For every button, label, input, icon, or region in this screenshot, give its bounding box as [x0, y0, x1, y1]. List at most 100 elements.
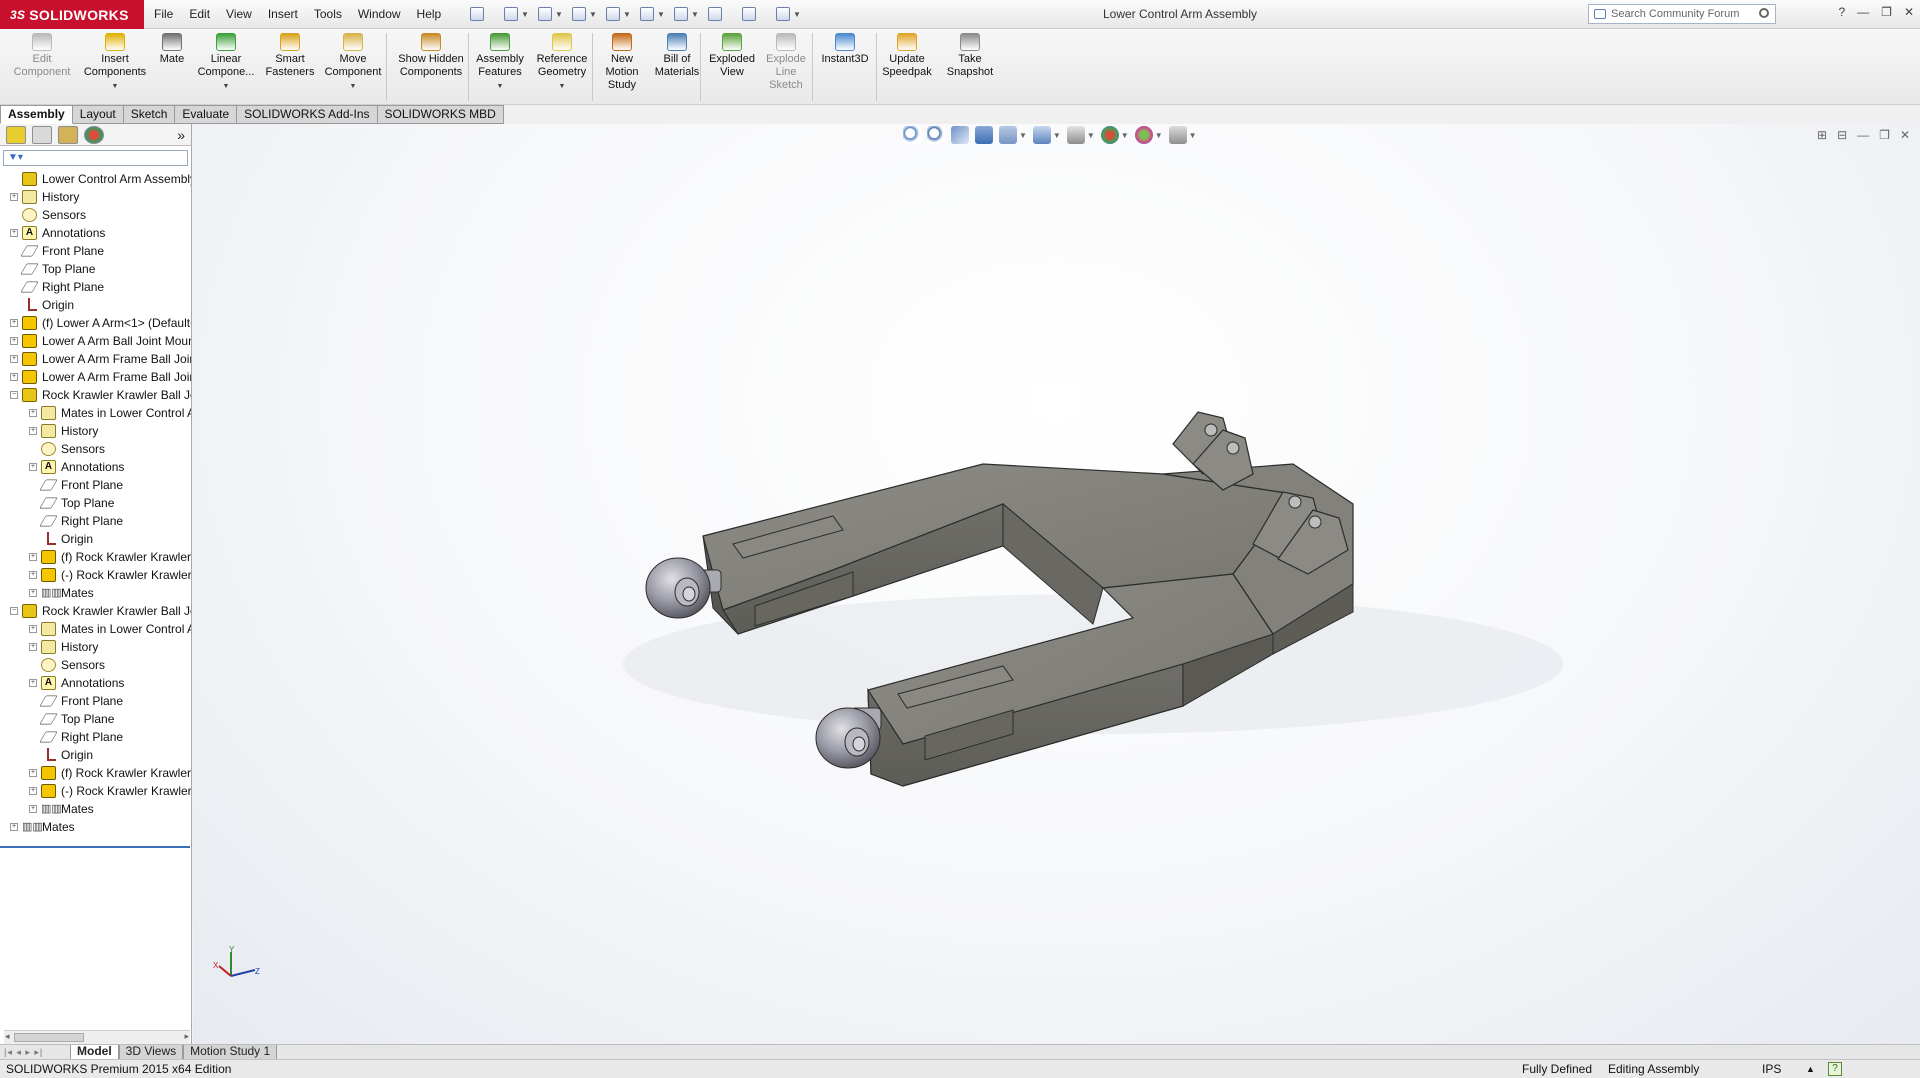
- tree-item[interactable]: + A Annotations: [0, 224, 191, 242]
- collapse-icon[interactable]: −: [10, 391, 18, 399]
- reference-geometry-button[interactable]: Reference Geometry ▼: [530, 31, 594, 93]
- tree-item[interactable]: + Lower A Arm Frame Ball Joint<1>: [0, 350, 191, 368]
- tree-item[interactable]: Front Plane: [0, 476, 191, 494]
- tree-item[interactable]: Sensors: [0, 206, 191, 224]
- expand-icon[interactable]: +: [29, 463, 37, 471]
- expand-icon[interactable]: +: [10, 193, 18, 201]
- tree-item[interactable]: Origin: [0, 746, 191, 764]
- viewport-restore-icon[interactable]: ❐: [1879, 128, 1890, 142]
- insert-components-button[interactable]: Insert Components ▼: [78, 31, 152, 93]
- apply-scene-icon[interactable]: [1134, 126, 1153, 144]
- bottom-tab-motion-study-1[interactable]: Motion Study 1: [183, 1044, 278, 1060]
- menu-insert[interactable]: Insert: [260, 0, 306, 29]
- move-component-button[interactable]: Move Component ▼: [318, 31, 388, 93]
- collapse-icon[interactable]: −: [10, 607, 18, 615]
- expand-icon[interactable]: +: [10, 229, 18, 237]
- viewport-minimize-icon[interactable]: —: [1857, 128, 1869, 142]
- linear-compone-button[interactable]: Linear Compone... ▼: [192, 31, 260, 93]
- previous-view-icon[interactable]: [951, 126, 969, 144]
- tree-item[interactable]: + History: [0, 422, 191, 440]
- tree-item[interactable]: Sensors: [0, 440, 191, 458]
- menu-view[interactable]: View: [218, 0, 260, 29]
- expand-icon[interactable]: +: [29, 427, 37, 435]
- expand-icon[interactable]: +: [29, 643, 37, 651]
- tree-item[interactable]: + Mates in Lower Control Arm Assembly: [0, 404, 191, 422]
- bottom-tab-3d-views[interactable]: 3D Views: [118, 1044, 184, 1060]
- lower-control-arm-model[interactable]: [533, 334, 1633, 894]
- scrollbar-thumb[interactable]: [14, 1033, 84, 1042]
- tree-item[interactable]: Front Plane: [0, 692, 191, 710]
- scroll-left-icon[interactable]: ◂: [5, 1031, 10, 1042]
- tab-layout[interactable]: Layout: [72, 105, 124, 124]
- tab-assembly[interactable]: Assembly: [0, 105, 73, 124]
- expand-icon[interactable]: +: [29, 625, 37, 633]
- tab-solidworks-add-ins[interactable]: SOLIDWORKS Add-Ins: [237, 105, 378, 124]
- tree-item[interactable]: Origin: [0, 530, 191, 548]
- print-icon[interactable]: ▼: [606, 4, 636, 24]
- units-dropdown-icon[interactable]: ▲: [1806, 1060, 1815, 1078]
- bill-of-materials-button[interactable]: Bill of Materials: [650, 31, 704, 79]
- close-icon[interactable]: ✕: [1904, 5, 1914, 19]
- file-properties-icon[interactable]: [742, 4, 772, 24]
- select-icon[interactable]: ▼: [674, 4, 704, 24]
- quick-tips-help-icon[interactable]: ?: [1828, 1062, 1842, 1076]
- bottom-tab-model[interactable]: Model: [70, 1044, 119, 1060]
- feature-manager-tab-icon[interactable]: [6, 125, 26, 144]
- expand-icon[interactable]: +: [29, 409, 37, 417]
- tree-item[interactable]: + (f) Rock Krawler Krawler Ball Joint Hou…: [0, 548, 191, 566]
- minimize-icon[interactable]: —: [1857, 5, 1869, 19]
- units-status[interactable]: IPS: [1762, 1060, 1781, 1078]
- tree-item[interactable]: + History: [0, 188, 191, 206]
- display-style-icon[interactable]: [1066, 126, 1085, 144]
- display-manager-tab-icon[interactable]: [84, 125, 104, 144]
- expand-icon[interactable]: +: [29, 553, 37, 561]
- expand-icon[interactable]: +: [10, 355, 18, 363]
- tree-item[interactable]: − Rock Krawler Krawler Ball Joint<1>: [0, 386, 191, 404]
- tab-evaluate[interactable]: Evaluate: [175, 105, 238, 124]
- expand-icon[interactable]: +: [29, 769, 37, 777]
- tree-item[interactable]: + (f) Rock Krawler Krawler Ball Joint Hou…: [0, 764, 191, 782]
- tree-item[interactable]: + Mates in Lower Control Arm Assembly: [0, 620, 191, 638]
- configuration-manager-tab-icon[interactable]: [58, 125, 78, 144]
- tree-item[interactable]: Top Plane: [0, 260, 191, 278]
- expand-icon[interactable]: +: [10, 373, 18, 381]
- filter-field[interactable]: ▼▾: [3, 150, 188, 166]
- tree-item[interactable]: Right Plane: [0, 512, 191, 530]
- tree-item[interactable]: + Mates: [0, 818, 191, 836]
- dropdown-arrow-icon[interactable]: ▼: [530, 80, 594, 93]
- update-speedpak-button[interactable]: Update Speedpak: [880, 31, 934, 79]
- tree-item[interactable]: + History: [0, 638, 191, 656]
- expand-icon[interactable]: +: [10, 319, 18, 327]
- panel-horizontal-scrollbar[interactable]: ◂ ▸: [4, 1030, 190, 1044]
- new-motion-study-button[interactable]: New Motion Study: [598, 31, 646, 92]
- tree-item[interactable]: Right Plane: [0, 728, 191, 746]
- tree-item[interactable]: + Mates: [0, 584, 191, 602]
- tree-item[interactable]: + Mates: [0, 800, 191, 818]
- tree-item[interactable]: Top Plane: [0, 710, 191, 728]
- dropdown-arrow-icon[interactable]: ▼: [192, 80, 260, 93]
- save-icon[interactable]: ▼: [572, 4, 602, 24]
- tree-item[interactable]: + Lower A Arm Frame Ball Joint<2>: [0, 368, 191, 386]
- zoom-to-fit-icon[interactable]: [903, 126, 921, 144]
- assembly-features-button[interactable]: Assembly Features ▼: [472, 31, 528, 93]
- tree-item[interactable]: − Rock Krawler Krawler Ball Joint<2>: [0, 602, 191, 620]
- help-icon[interactable]: ?: [1838, 5, 1845, 19]
- tree-item[interactable]: Origin: [0, 296, 191, 314]
- undo-icon[interactable]: ▼: [640, 4, 670, 24]
- expand-icon[interactable]: +: [29, 589, 37, 597]
- scroll-right-icon[interactable]: ▸: [184, 1031, 189, 1042]
- dynamic-annotation-icon[interactable]: [999, 126, 1017, 144]
- tree-item[interactable]: Top Plane: [0, 494, 191, 512]
- viewport-close-icon[interactable]: ✕: [1900, 128, 1910, 142]
- expand-icon[interactable]: +: [29, 679, 37, 687]
- edit-component-button[interactable]: Edit Component: [4, 31, 80, 79]
- menu-edit[interactable]: Edit: [181, 0, 218, 29]
- graphics-area[interactable]: ▼ ▼ ▼ ▼ ▼ ▼ ⊞ ⊟ — ❐ ✕ Y Z X: [193, 124, 1920, 1044]
- property-manager-tab-icon[interactable]: [32, 125, 52, 144]
- dropdown-arrow-icon[interactable]: ▼: [472, 80, 528, 93]
- expand-panel-icon[interactable]: »: [177, 127, 185, 143]
- tree-item[interactable]: Sensors: [0, 656, 191, 674]
- exploded-view-button[interactable]: Exploded View: [706, 31, 758, 79]
- expand-icon[interactable]: +: [29, 787, 37, 795]
- edit-appearance-icon[interactable]: [1100, 126, 1119, 144]
